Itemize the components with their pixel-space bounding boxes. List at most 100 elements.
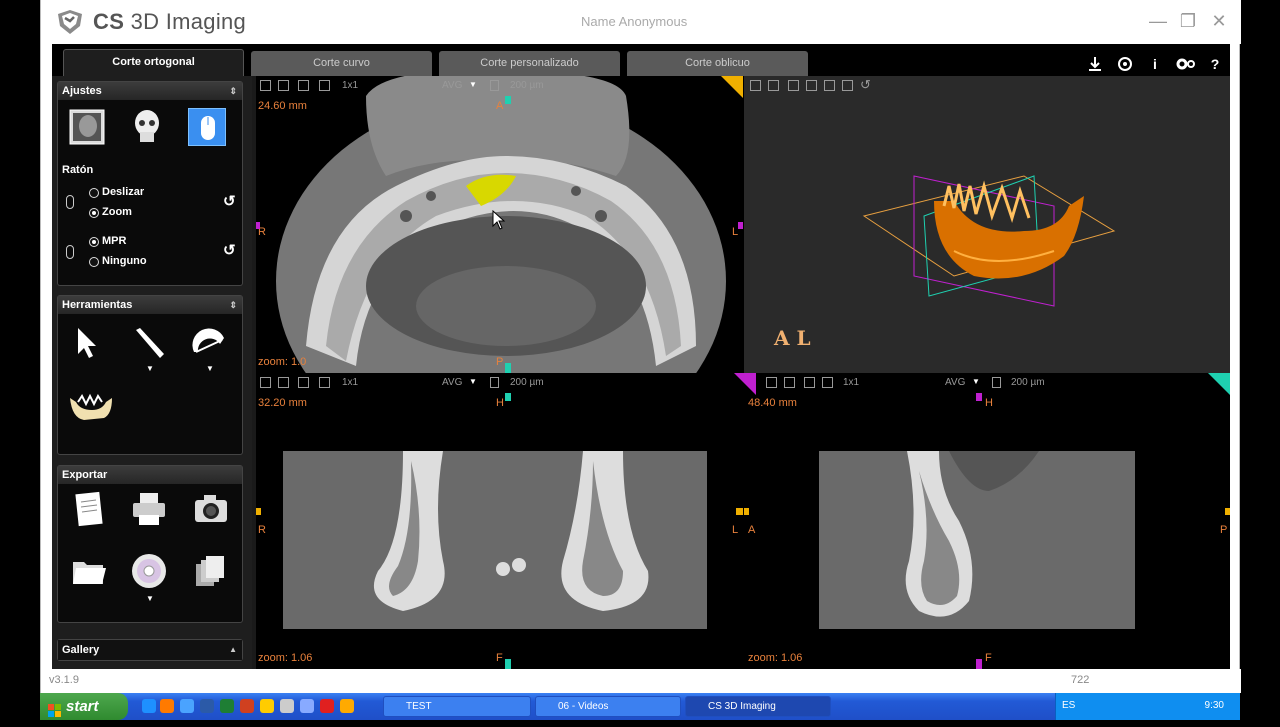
folder-icon[interactable] <box>70 552 108 590</box>
app-icon[interactable] <box>260 699 274 713</box>
window-icon[interactable] <box>768 80 779 91</box>
gallery-panel[interactable]: Gallery ▲ <box>57 639 243 661</box>
task-videos[interactable]: 06 - Videos <box>535 696 681 717</box>
app-icon[interactable] <box>280 699 294 713</box>
ratio-label[interactable]: 1x1 <box>342 377 358 388</box>
fullscreen-icon[interactable] <box>319 80 330 91</box>
xray-adjust-icon[interactable] <box>68 108 106 146</box>
axis-marker[interactable] <box>256 222 260 229</box>
pointer-icon[interactable] <box>70 324 108 362</box>
language-indicator[interactable]: ES <box>1062 700 1075 711</box>
render3d-view[interactable]: ↺ A L <box>744 76 1230 373</box>
axis-marker[interactable] <box>738 222 743 229</box>
protractor-dropdown-icon[interactable]: ▼ <box>206 364 214 373</box>
settings-icon[interactable] <box>1174 55 1196 73</box>
target-icon[interactable] <box>1116 55 1134 73</box>
axis-marker[interactable] <box>744 508 749 515</box>
tab-corte-personalizado[interactable]: Corte personalizado <box>439 51 620 76</box>
ratio-label[interactable]: 1x1 <box>342 80 358 91</box>
axis-marker[interactable] <box>976 393 982 401</box>
ruler-dropdown-icon[interactable]: ▼ <box>146 364 154 373</box>
app-icon[interactable] <box>320 699 334 713</box>
radio-mpr[interactable] <box>89 237 99 247</box>
camera-icon[interactable] <box>192 490 230 528</box>
save-icon[interactable] <box>260 80 271 91</box>
info-icon[interactable]: i <box>1146 55 1164 73</box>
firefox-icon[interactable] <box>160 699 174 713</box>
printer-icon[interactable] <box>130 490 168 528</box>
gallery-header[interactable]: Gallery ▲ <box>58 640 242 660</box>
save-icon[interactable] <box>766 377 777 388</box>
mode-select[interactable]: AVG <box>442 377 462 388</box>
ie-icon[interactable] <box>142 699 156 713</box>
axial-view[interactable]: 1x1 AVG ▼ 200 µm 24.60 mm A P R L zoom: … <box>256 76 743 373</box>
save-icon[interactable] <box>260 377 271 388</box>
ruler-icon[interactable] <box>130 324 168 362</box>
axis-marker[interactable] <box>976 659 982 669</box>
screenshot-icon[interactable] <box>788 80 799 91</box>
axis-marker[interactable] <box>1225 508 1230 515</box>
coronal-view[interactable]: 1x1 AVG ▼ 200 µm 32.20 mm H F R L zoom: … <box>256 373 743 669</box>
mode-dropdown-icon[interactable]: ▼ <box>972 377 980 386</box>
excel-icon[interactable] <box>220 699 234 713</box>
disc-dropdown-icon[interactable]: ▼ <box>146 594 154 603</box>
minimize-button[interactable]: — <box>1147 10 1169 32</box>
stack-icon[interactable] <box>192 552 230 590</box>
mode-dropdown-icon[interactable]: ▼ <box>469 377 477 386</box>
fullscreen-icon[interactable] <box>822 377 833 388</box>
screenshot-icon[interactable] <box>298 80 309 91</box>
start-button[interactable]: start <box>40 693 128 720</box>
herramientas-header[interactable]: Herramientas ⇕ <box>58 296 242 314</box>
rotate-icon[interactable]: ↺ <box>860 77 871 93</box>
window-icon[interactable] <box>278 377 289 388</box>
layer-icon[interactable] <box>806 80 817 91</box>
reset-icon[interactable]: ↺ <box>223 192 236 210</box>
window-icon[interactable] <box>278 80 289 91</box>
app-icon[interactable] <box>300 699 314 713</box>
help-icon[interactable]: ? <box>1206 55 1224 73</box>
disc-icon[interactable] <box>130 552 168 590</box>
download-icon[interactable] <box>1086 55 1104 73</box>
radio-deslizar[interactable] <box>89 188 99 198</box>
sagittal-view[interactable]: 1x1 AVG ▼ 200 µm 48.40 mm H F A P zoom: … <box>734 373 1230 669</box>
mouse-icon[interactable] <box>188 108 226 146</box>
close-button[interactable]: ✕ <box>1208 10 1230 32</box>
thickness-value[interactable]: 200 µm <box>510 80 544 91</box>
task-test[interactable]: TEST <box>383 696 531 717</box>
screenshot-icon[interactable] <box>298 377 309 388</box>
report-icon[interactable] <box>70 490 108 528</box>
layer-icon[interactable] <box>842 80 853 91</box>
axis-marker[interactable] <box>505 96 511 104</box>
app-icon[interactable] <box>340 699 354 713</box>
layer-icon[interactable] <box>824 80 835 91</box>
save-icon[interactable] <box>750 80 761 91</box>
mode-dropdown-icon[interactable]: ▼ <box>469 80 477 89</box>
exportar-header[interactable]: Exportar <box>58 466 242 484</box>
skull-icon[interactable] <box>128 108 166 146</box>
tab-corte-curvo[interactable]: Corte curvo <box>251 51 432 76</box>
radio-zoom[interactable] <box>89 208 99 218</box>
thickness-value[interactable]: 200 µm <box>510 377 544 388</box>
tab-corte-ortogonal[interactable]: Corte ortogonal <box>63 49 244 76</box>
thickness-value[interactable]: 200 µm <box>1011 377 1045 388</box>
axis-marker[interactable] <box>505 393 511 401</box>
reset-icon[interactable]: ↺ <box>223 241 236 259</box>
radio-ninguno[interactable] <box>89 257 99 267</box>
mode-select[interactable]: AVG <box>945 377 965 388</box>
chrome-icon[interactable] <box>180 699 194 713</box>
jaw-model-icon[interactable] <box>68 388 114 426</box>
screenshot-icon[interactable] <box>804 377 815 388</box>
mode-select[interactable]: AVG <box>442 80 462 91</box>
axis-marker[interactable] <box>256 508 261 515</box>
axis-marker[interactable] <box>505 659 511 669</box>
ratio-label[interactable]: 1x1 <box>843 377 859 388</box>
protractor-icon[interactable] <box>190 324 228 362</box>
fullscreen-icon[interactable] <box>319 377 330 388</box>
axis-marker[interactable] <box>736 508 743 515</box>
task-cs3d[interactable]: CS 3D Imaging <box>685 696 831 717</box>
tab-corte-oblicuo[interactable]: Corte oblicuo <box>627 51 808 76</box>
word-icon[interactable] <box>200 699 214 713</box>
axis-marker[interactable] <box>505 363 511 373</box>
powerpoint-icon[interactable] <box>240 699 254 713</box>
maximize-button[interactable]: ❐ <box>1177 10 1199 32</box>
